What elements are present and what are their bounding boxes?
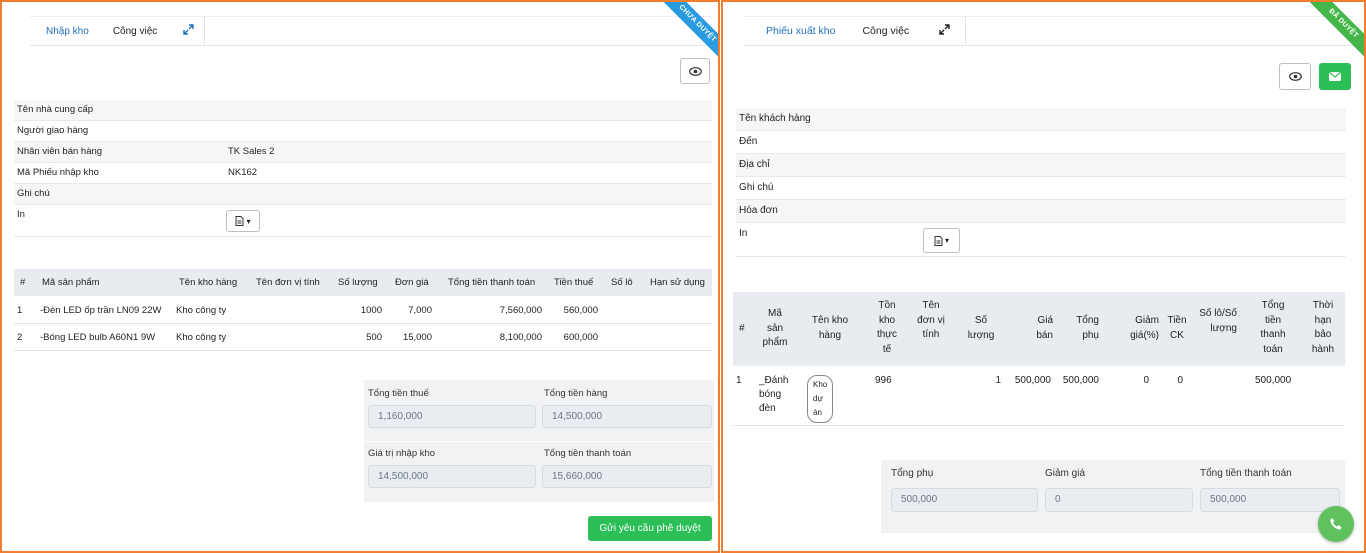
col-warehouse: Tên kho hàng <box>811 315 849 341</box>
email-button[interactable] <box>1319 63 1351 90</box>
col-no: # <box>20 277 26 288</box>
sales-staff-row: Nhân viên bán hàng TK Sales 2 <box>14 142 712 163</box>
payment-total-label: Tổng tiền thanh toán <box>544 448 632 459</box>
col-warehouse: Tên kho hàng <box>179 277 238 288</box>
col-ck: Tiền CK <box>1167 315 1187 341</box>
export-panel: Phiếu xuất kho Công việc ĐÃ DUYỆT Tên kh… <box>721 0 1366 553</box>
expand-icon[interactable] <box>939 24 950 38</box>
discount-label: Giảm giá <box>1045 468 1086 479</box>
tab-tasks[interactable]: Công việc <box>862 25 909 37</box>
sales-staff-value: TK Sales 2 <box>228 146 275 157</box>
tab-bar: Nhập kho Công việc <box>30 16 710 46</box>
subtotal-field[interactable]: 500,000 <box>891 488 1038 512</box>
warehouse-badge: Kho dự án <box>807 375 834 423</box>
document-icon <box>934 235 943 246</box>
eye-icon <box>1288 72 1302 81</box>
import-info: Tên nhà cung cấp Người giao hàng Nhân vi… <box>14 100 712 237</box>
col-expiry: Hạn sử dụng <box>650 277 705 288</box>
col-product: Mã sản phẩm <box>42 277 100 288</box>
subtotal-label: Tổng phụ <box>891 468 934 479</box>
col-lot: Số lô/Số lượng <box>1199 308 1237 334</box>
col-unit: Tên đơn vị tính <box>917 300 945 340</box>
export-info: Tên khách hàng Đến Địa chỉ Ghi chú Hóa đ… <box>736 108 1346 257</box>
deliverer-row: Người giao hàng <box>14 121 712 142</box>
phone-icon <box>1330 518 1342 530</box>
invoice-row: Hóa đơn <box>736 200 1346 223</box>
payment-total-field[interactable]: 15,660,000 <box>542 465 712 488</box>
col-no: # <box>739 323 745 334</box>
tab-export[interactable]: Phiếu xuất kho <box>766 25 835 37</box>
tax-total-field[interactable]: 1,160,000 <box>368 405 536 428</box>
table-row[interactable]: 1 _Đánh bóng đèn Kho dự án 996 1 500,000… <box>733 366 1345 426</box>
col-total: Tổng tiền thanh toán <box>1260 300 1286 355</box>
call-button[interactable] <box>1318 506 1354 542</box>
col-stock: Tồn kho thực tế <box>876 300 898 355</box>
expand-icon[interactable] <box>183 24 194 38</box>
to-row: Đến <box>736 131 1346 154</box>
col-unit: Tên đơn vị tính <box>256 277 320 288</box>
view-button[interactable] <box>680 58 710 84</box>
import-table-header: # Mã sản phẩm Tên kho hàng Tên đơn vị tí… <box>14 269 712 296</box>
import-summary: Tổng tiền thuế Tổng tiền hàng 1,160,000 … <box>364 380 714 502</box>
import-code-value: NK162 <box>228 167 258 178</box>
col-price: Đơn giá <box>395 277 429 288</box>
export-table-header: # Mã sản phẩm Tên kho hàng Tồn kho thực … <box>733 292 1345 366</box>
note-row: Ghi chú <box>736 177 1346 200</box>
table-row[interactable]: 2 -Bóng LED bulb A60N1 9W Kho công ty 50… <box>14 324 712 351</box>
col-warranty: Thời hạn bảo hành <box>1311 300 1335 355</box>
goods-total-field[interactable]: 14,500,000 <box>542 405 712 428</box>
goods-total-label: Tổng tiền hàng <box>544 388 608 399</box>
tab-tasks[interactable]: Công việc <box>113 26 157 37</box>
document-icon <box>235 216 244 226</box>
import-value-label: Giá trị nhập kho <box>368 448 436 459</box>
customer-row: Tên khách hàng <box>736 108 1346 131</box>
payment-total-label: Tổng tiền thanh toán <box>1200 468 1292 479</box>
view-button[interactable] <box>1279 63 1311 90</box>
col-tax: Tiền thuế <box>554 277 594 288</box>
tax-total-label: Tổng tiền thuế <box>368 388 429 399</box>
table-row[interactable]: 1 -Đèn LED ốp trần LN09 22W Kho công ty … <box>14 297 712 324</box>
import-code-row: Mã Phiếu nhập kho NK162 <box>14 163 712 184</box>
tab-bar: Phiếu xuất kho Công việc <box>743 16 1353 46</box>
export-summary: Tổng phụ Giảm giá Tổng tiền thanh toán 5… <box>881 460 1345 533</box>
col-product: Mã sản phẩm <box>762 308 788 348</box>
supplier-row: Tên nhà cung cấp <box>14 100 712 121</box>
import-panel: Nhập kho Công việc CHƯA DUYỆT Tên nhà cu… <box>0 0 720 553</box>
col-subtotal: Tổng phụ <box>1076 315 1099 341</box>
submit-approval-button[interactable]: Gửi yêu cầu phê duyệt <box>588 516 712 541</box>
col-qty: Số lượng <box>338 277 378 288</box>
discount-field[interactable]: 0 <box>1045 488 1193 512</box>
payment-total-field[interactable]: 500,000 <box>1200 488 1340 512</box>
col-total: Tổng tiền thanh toán <box>448 277 536 288</box>
import-value-field[interactable]: 14,500,000 <box>368 465 536 488</box>
col-qty: Số lượng <box>967 315 995 341</box>
col-lot: Số lô <box>611 277 633 288</box>
tab-import[interactable]: Nhập kho <box>46 26 89 37</box>
note-row: Ghi chú <box>14 184 712 205</box>
print-dropdown[interactable]: ▾ <box>923 228 960 253</box>
print-dropdown[interactable]: ▾ <box>226 210 260 232</box>
caret-down-icon: ▾ <box>944 236 949 245</box>
address-row: Địa chỉ <box>736 154 1346 177</box>
envelope-icon <box>1329 72 1341 81</box>
col-discount: Giảm giá(%) <box>1130 315 1159 341</box>
col-price: Giá bán <box>1036 315 1053 341</box>
print-row: In <box>14 205 712 237</box>
print-row: In <box>736 223 1346 257</box>
eye-icon <box>688 66 702 76</box>
caret-down-icon: ▾ <box>246 216 251 226</box>
